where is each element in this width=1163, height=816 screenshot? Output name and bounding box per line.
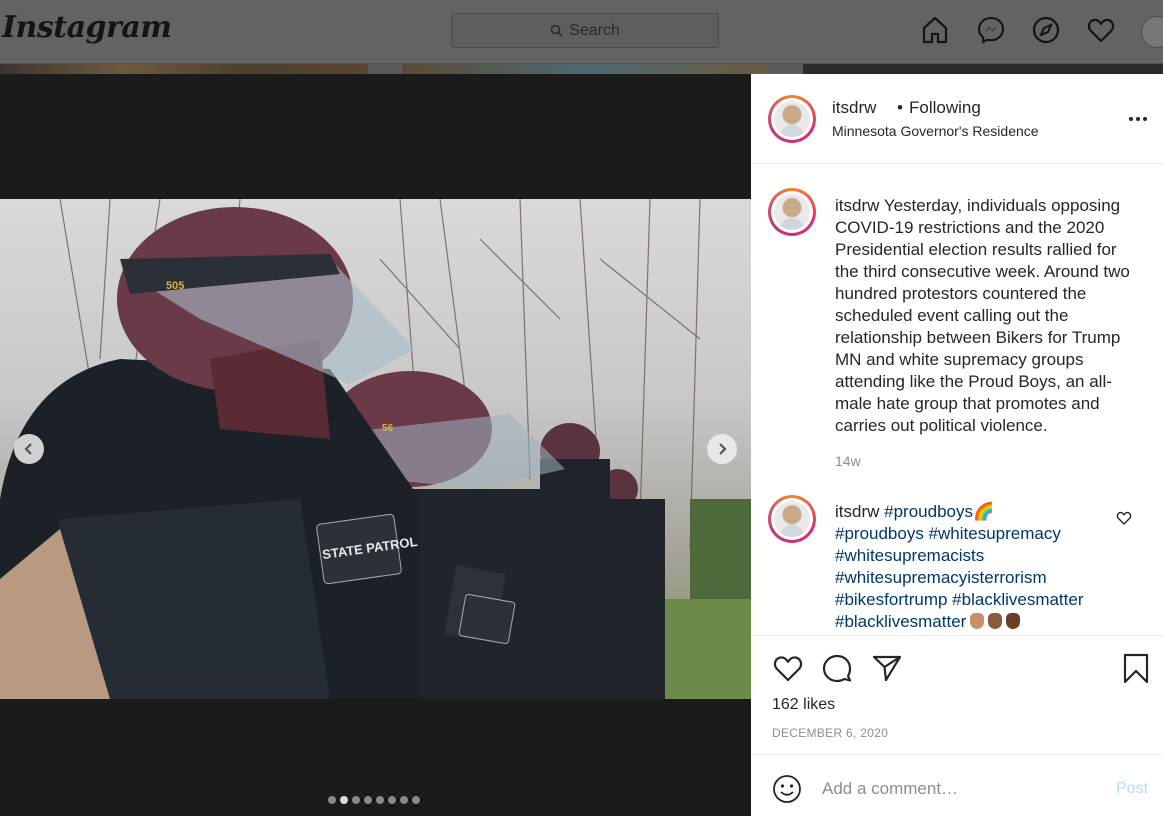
rainbow-emoji: 🌈 [972,502,995,521]
comment-bubble-icon[interactable] [821,652,853,684]
carousel-dot [400,796,408,804]
post-photo: 505 56 STATE PATROL [0,199,751,699]
share-send-icon[interactable] [871,652,903,684]
carousel-dot-active [340,796,348,804]
activity-heart-icon[interactable] [1086,15,1116,45]
caption: itsdrw Yesterday, individuals opposing C… [835,195,1140,437]
hashtag-link[interactable]: #blacklivesmatter [835,612,966,631]
add-comment-input[interactable]: Add a comment… [822,779,958,799]
hashtag-link[interactable]: #whitesupremacyisterrorism [835,568,1047,587]
author-avatar[interactable] [768,95,816,143]
hashtag-link[interactable]: #proudboys [835,524,924,543]
profile-avatar[interactable] [1141,16,1163,48]
feed-background-strip [803,64,1163,74]
messenger-icon[interactable] [976,15,1006,45]
feed-background-strip [0,64,368,74]
raised-fist-emoji [988,613,1003,629]
separator-dot: • [897,98,903,117]
explore-compass-icon[interactable] [1031,15,1061,45]
carousel-next-button[interactable] [707,434,737,464]
chevron-left-icon [24,443,32,455]
carousel-dot [364,796,372,804]
post-comment-button[interactable]: Post [1116,780,1148,798]
top-navigation-bar: Instagram Search [0,0,1163,64]
carousel-dot [412,796,420,804]
caption-author-avatar[interactable] [768,188,816,236]
helmet-number: 56 [382,423,394,434]
divider [751,163,1163,164]
helmet-number: 505 [166,280,184,292]
emoji-smiley-icon[interactable] [772,774,802,804]
author-username[interactable]: itsdrw [832,98,876,118]
save-bookmark-icon[interactable] [1121,652,1151,684]
search-icon [550,24,563,37]
caption-age[interactable]: 14w [835,453,861,469]
carousel-indicator [328,796,420,804]
post-date[interactable]: DECEMBER 6, 2020 [772,726,888,740]
hashtag-link[interactable]: #blacklivesmatter [952,590,1083,609]
post-media: 505 56 STATE PATROL [0,74,751,816]
raised-fist-emoji [970,613,985,629]
instagram-logo[interactable]: Instagram [2,10,172,45]
like-heart-icon[interactable] [772,652,804,684]
post-location[interactable]: Minnesota Governor's Residence [832,123,1039,139]
more-options-button[interactable] [1129,117,1147,121]
hashtag-comment: itsdrw #proudboys🌈 #proudboys #whitesupre… [835,501,1115,633]
like-comment-heart-icon[interactable] [1116,510,1132,526]
carousel-dot [328,796,336,804]
caption-text: Yesterday, individuals opposing COVID-19… [835,196,1130,435]
riot-police-line-image: 505 56 STATE PATROL [0,199,751,699]
carousel-dot [352,796,360,804]
carousel-dot [388,796,396,804]
chevron-right-icon [719,443,727,455]
comment-author-avatar[interactable] [768,495,816,543]
raised-fist-emoji [1006,613,1021,629]
likes-count[interactable]: 162 likes [772,696,835,714]
feed-background-strip [402,64,767,74]
search-input[interactable]: Search [451,13,719,48]
hashtag-link[interactable]: #proudboys [884,502,973,521]
home-icon[interactable] [920,15,950,45]
comment-author-username[interactable]: itsdrw [835,502,879,521]
divider [751,635,1163,636]
post-details-panel: itsdrw • Following Minnesota Governor's … [751,74,1163,816]
hashtag-link[interactable]: #whitesupremacy [929,524,1061,543]
divider [751,754,1163,755]
carousel-dot [376,796,384,804]
hashtag-link[interactable]: #bikesfortrump [835,590,947,609]
caption-author-username[interactable]: itsdrw [835,196,879,215]
hashtag-link[interactable]: #whitesupremacists [835,546,984,565]
search-placeholder: Search [569,21,620,39]
following-button[interactable]: Following [909,98,981,118]
carousel-prev-button[interactable] [14,434,44,464]
